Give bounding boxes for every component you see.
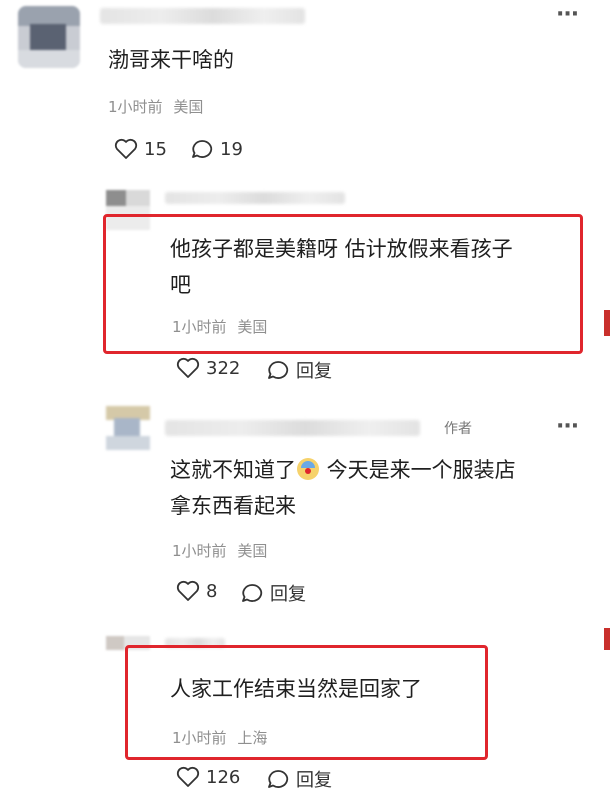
comment-text-part: 这就不知道了	[170, 458, 296, 482]
comment-bubble-icon	[242, 584, 263, 602]
avatar[interactable]	[18, 6, 80, 68]
comment-text-line: 拿东西看起来	[170, 494, 296, 518]
heart-icon	[176, 580, 200, 601]
comment-meta: 1小时前 美国	[172, 540, 267, 561]
comment-text-line: 吧	[170, 273, 191, 297]
comment-text: 人家工作结束当然是回家了	[170, 677, 422, 701]
comment-time: 1小时前	[108, 98, 163, 116]
like-count: 126	[206, 766, 241, 788]
comment-time: 1小时前	[172, 729, 227, 747]
username-blurred[interactable]	[165, 192, 345, 204]
heart-icon	[176, 766, 200, 787]
comment-text-part: 今天是来一个服装店	[320, 458, 516, 482]
reply-count: 19	[220, 138, 243, 160]
comment-bubble-icon	[268, 770, 289, 788]
comment-meta: 1小时前 上海	[172, 727, 267, 748]
comment-text: 他孩子都是美籍呀 估计放假来看孩子 吧	[170, 231, 513, 303]
comment-text-line: 这就不知道了 今天是来一个服装店	[170, 452, 516, 488]
avatar[interactable]	[106, 406, 150, 450]
like-button[interactable]: 15	[114, 138, 167, 160]
comment-time: 1小时前	[172, 542, 227, 560]
comment-location: 美国	[173, 98, 204, 116]
username-blurred[interactable]	[165, 420, 420, 436]
edge-artifact	[604, 310, 610, 336]
like-count: 15	[144, 138, 167, 160]
author-tag: 作者	[444, 421, 472, 437]
like-count: 322	[206, 357, 241, 379]
reply-label: 回复	[296, 361, 332, 382]
comment-text: 这就不知道了 今天是来一个服装店 拿东西看起来	[170, 452, 516, 524]
comment-meta: 1小时前 美国	[108, 96, 203, 117]
like-count: 8	[206, 580, 218, 602]
edge-artifact	[604, 628, 610, 650]
comment-text-line: 他孩子都是美籍呀 估计放假来看孩子	[170, 237, 513, 261]
comment-bubble-icon	[268, 361, 289, 379]
comment-bubble-icon	[192, 140, 213, 158]
like-button[interactable]: 322	[176, 357, 240, 379]
more-dots-icon[interactable]: ···	[556, 414, 579, 439]
reply-button[interactable]: 回复	[240, 580, 306, 606]
clown-face-emoji	[297, 458, 319, 480]
comment-time: 1小时前	[172, 318, 227, 336]
reply-label: 回复	[296, 770, 332, 791]
more-dots-icon[interactable]: ···	[556, 2, 579, 27]
comment-location: 美国	[237, 318, 268, 336]
reply-button[interactable]: 回复	[266, 766, 332, 792]
like-button[interactable]: 8	[176, 580, 217, 602]
comment-location: 上海	[237, 729, 268, 747]
comment-button[interactable]: 19	[190, 138, 243, 160]
reply-button[interactable]: 回复	[266, 357, 332, 383]
heart-icon	[176, 357, 200, 378]
heart-icon	[114, 138, 138, 159]
comment-text: 渤哥来干啥的	[108, 48, 234, 72]
comment-location: 美国	[237, 542, 268, 560]
reply-label: 回复	[270, 584, 306, 605]
like-button[interactable]: 126	[176, 766, 240, 788]
comment-meta: 1小时前 美国	[172, 316, 267, 337]
username-blurred[interactable]	[100, 8, 305, 24]
